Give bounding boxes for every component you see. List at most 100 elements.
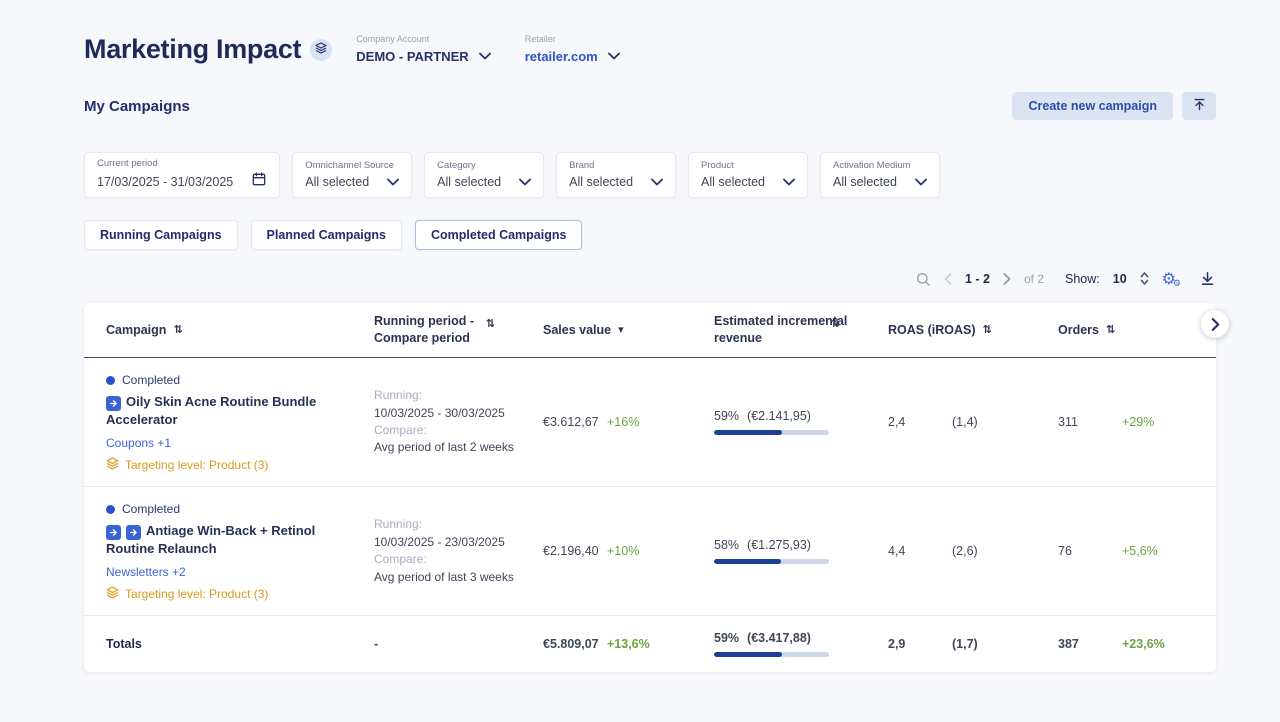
tab-planned-campaigns[interactable]: Planned Campaigns <box>251 220 402 250</box>
column-header-roas[interactable]: ROAS (iROAS) ⇅ <box>866 303 1036 357</box>
arrow-up-to-line-icon <box>1192 97 1207 115</box>
sort-icon[interactable]: ⇅ <box>486 317 495 332</box>
company-account-label: Company Account <box>356 34 490 44</box>
targeting-layers-icon <box>106 586 119 602</box>
incremental-progress-bar <box>714 559 829 564</box>
sort-icon[interactable]: ⇅ <box>173 323 182 338</box>
sales-delta: +16% <box>607 415 639 429</box>
totals-incremental-cell: 59% (€3.417,88) <box>692 631 866 657</box>
incremental-cell: 58% (€1.275,93) <box>692 538 866 564</box>
column-header-incremental[interactable]: Estimated incremental revenue ⇅ <box>692 303 866 357</box>
channels-link[interactable]: Newsletters +2 <box>106 565 186 579</box>
totals-sales-cell: €5.809,07 +13,6% <box>521 637 692 651</box>
filter-label: Brand <box>569 160 663 171</box>
status-label: Completed <box>122 373 180 387</box>
filter-value: 17/03/2025 - 31/03/2025 <box>97 175 233 189</box>
layers-icon <box>315 41 327 59</box>
omnichannel-source-filter[interactable]: Omnichannel Source All selected <box>292 152 412 198</box>
chevron-down-icon <box>651 173 663 191</box>
column-label: ROAS (iROAS) <box>888 322 976 339</box>
filter-value: All selected <box>305 175 369 189</box>
page-size-stepper[interactable] <box>1140 271 1149 286</box>
orders-delta: +5,6% <box>1122 544 1158 558</box>
chevron-down-icon <box>519 173 531 191</box>
product-filter[interactable]: Product All selected <box>688 152 808 198</box>
orders-cell: 76 +5,6% <box>1036 544 1216 558</box>
totals-label: Totals <box>106 637 142 651</box>
totals-row: Totals - €5.809,07 +13,6% 59% (€3.417,88… <box>84 616 1216 672</box>
chevron-down-icon <box>915 173 927 191</box>
calendar-icon <box>251 171 267 192</box>
sort-desc-icon[interactable]: ▾ <box>618 323 624 338</box>
chevron-down-icon <box>783 173 795 191</box>
current-period-filter[interactable]: Current period 17/03/2025 - 31/03/2025 <box>84 152 280 198</box>
campaign-channel-icon <box>106 525 121 540</box>
filter-label: Current period <box>97 158 267 169</box>
download-icon[interactable] <box>1199 270 1216 287</box>
status-badge: Completed <box>106 502 352 516</box>
filter-label: Product <box>701 160 795 171</box>
page: Marketing Impact Company Account DEMO - … <box>0 0 1280 672</box>
campaign-tabs: Running Campaigns Planned Campaigns Comp… <box>84 220 1216 250</box>
filter-value: All selected <box>701 175 765 189</box>
table-header-row: Campaign ⇅ Running period - Compare peri… <box>84 303 1216 358</box>
chevron-down-icon <box>479 47 491 65</box>
page-range: 1 - 2 <box>965 272 990 286</box>
retailer-selector[interactable]: Retailer retailer.com <box>525 34 620 65</box>
column-header-campaign[interactable]: Campaign ⇅ <box>84 303 352 357</box>
retailer-value: retailer.com <box>525 49 598 64</box>
create-campaign-button[interactable]: Create new campaign <box>1012 92 1173 120</box>
sort-icon[interactable]: ⇅ <box>831 317 840 332</box>
page-title: Marketing Impact <box>84 34 301 65</box>
campaign-channel-icon <box>106 396 121 411</box>
page-next-icon[interactable] <box>1003 273 1011 285</box>
page-prev-icon[interactable] <box>944 273 952 285</box>
sort-icon[interactable]: ⇅ <box>1106 323 1115 338</box>
table-row[interactable]: Completed Oily Skin Acne Routine Bundle … <box>84 358 1216 487</box>
chevron-down-icon <box>387 173 399 191</box>
status-dot-icon <box>106 376 115 385</box>
totals-period: - <box>374 637 378 651</box>
page-size-value[interactable]: 10 <box>1113 272 1127 286</box>
iroas-value: (2,6) <box>952 544 978 558</box>
show-label: Show: <box>1065 272 1100 286</box>
totals-orders-cell: 387 +23,6% <box>1036 637 1216 651</box>
filter-value: All selected <box>569 175 633 189</box>
sort-icon[interactable]: ⇅ <box>983 323 992 338</box>
table-settings-icon[interactable]: ⚙⚙ <box>1162 271 1176 287</box>
brand-filter[interactable]: Brand All selected <box>556 152 676 198</box>
scroll-top-button[interactable] <box>1182 92 1216 120</box>
campaign-name: Antiage Win-Back + Retinol Routine Relau… <box>106 522 352 557</box>
sales-value-cell: €3.612,67 +16% <box>521 415 692 429</box>
company-account-selector[interactable]: Company Account DEMO - PARTNER <box>356 34 490 65</box>
retailer-label: Retailer <box>525 34 620 44</box>
section-bar: My Campaigns Create new campaign <box>84 92 1216 120</box>
column-label: Campaign <box>106 322 166 339</box>
status-badge: Completed <box>106 373 352 387</box>
column-label: Orders <box>1058 322 1099 339</box>
period-cell: Running: 10/03/2025 - 23/03/2025 Compare… <box>352 516 521 586</box>
column-header-running-period[interactable]: Running period - Compare period ⇅ <box>352 303 521 357</box>
campaign-cell: Completed Oily Skin Acne Routine Bundle … <box>84 358 352 486</box>
search-icon[interactable] <box>915 271 931 287</box>
column-header-sales-value[interactable]: Sales value ▾ <box>521 303 692 357</box>
tab-running-campaigns[interactable]: Running Campaigns <box>84 220 238 250</box>
column-header-orders[interactable]: Orders ⇅ <box>1036 303 1216 357</box>
table-controls: 1 - 2 of 2 Show: 10 ⚙⚙ <box>84 270 1216 287</box>
table-row[interactable]: Completed Antiage Win-Back + Retinol Rou… <box>84 487 1216 616</box>
info-badge[interactable] <box>310 39 332 61</box>
filter-bar: Current period 17/03/2025 - 31/03/2025 O… <box>84 152 1216 198</box>
incremental-progress-bar <box>714 430 829 435</box>
campaign-channel-icon <box>126 525 141 540</box>
topbar: Marketing Impact Company Account DEMO - … <box>84 34 1216 65</box>
targeting-layers-icon <box>106 457 119 473</box>
company-account-value: DEMO - PARTNER <box>356 49 468 64</box>
tab-completed-campaigns[interactable]: Completed Campaigns <box>415 220 582 250</box>
filter-label: Activation Medium <box>833 160 927 171</box>
channels-link[interactable]: Coupons +1 <box>106 436 171 450</box>
totals-roas-cell: 2,9 (1,7) <box>866 637 1036 651</box>
targeting-level: Targeting level: Product (3) <box>106 586 352 602</box>
category-filter[interactable]: Category All selected <box>424 152 544 198</box>
iroas-value: (1,4) <box>952 415 978 429</box>
activation-medium-filter[interactable]: Activation Medium All selected <box>820 152 940 198</box>
